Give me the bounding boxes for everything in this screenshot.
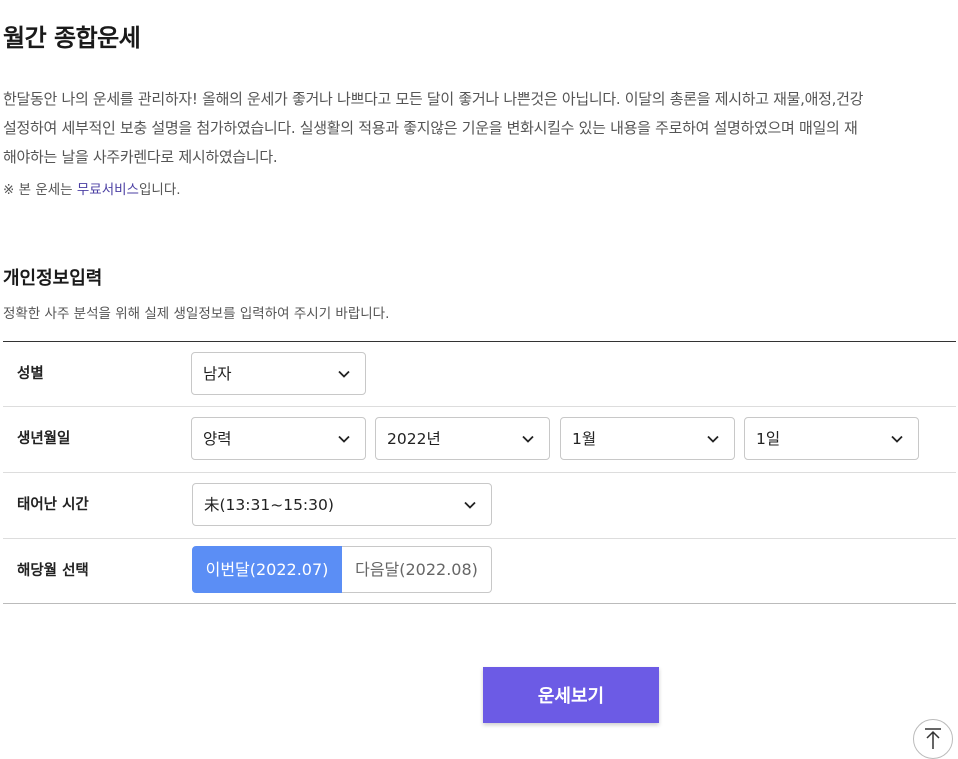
gender-value: 남자 <box>203 365 232 383</box>
chevron-down-icon <box>338 370 350 378</box>
free-service-link[interactable]: 무료서비스 <box>77 182 139 198</box>
month-segmented-control: 이번달(2022.07) 다음달(2022.08) <box>192 546 492 593</box>
form-row-gender: 성별 남자 <box>3 342 956 407</box>
section-subtitle: 정확한 사주 분석을 위해 실제 생일정보를 입력하여 주시기 바랍니다. <box>3 306 390 322</box>
description-line: 한달동안 나의 운세를 관리하자! 올해의 운세가 좋거나 나쁘다고 모든 달이… <box>3 90 864 108</box>
note-prefix: ※ 본 운세는 <box>3 182 77 198</box>
birth-time-value: 未(13:31~15:30) <box>204 496 334 514</box>
description-line: 해야하는 날을 사주카렌다로 제시하였습니다. <box>3 148 278 166</box>
birth-time-select[interactable]: 未(13:31~15:30) <box>192 483 492 526</box>
description-line: 설정하여 세부적인 보충 설명을 첨가하였습니다. 실생활의 적용과 좋지않은 … <box>3 119 858 137</box>
chevron-down-icon <box>522 435 534 443</box>
page-title: 월간 종합운세 <box>3 24 141 52</box>
next-month-button[interactable]: 다음달(2022.08) <box>342 546 492 593</box>
chevron-down-icon <box>707 435 719 443</box>
chevron-down-icon <box>338 435 350 443</box>
calendar-type-value: 양력 <box>203 430 232 448</box>
chevron-down-icon <box>464 501 476 509</box>
gender-select[interactable]: 남자 <box>191 352 366 395</box>
chevron-down-icon <box>891 435 903 443</box>
calendar-type-select[interactable]: 양력 <box>191 417 366 460</box>
birth-time-label: 태어난 시간 <box>17 497 89 513</box>
page-description: 한달동안 나의 운세를 관리하자! 올해의 운세가 좋거나 나쁘다고 모든 달이… <box>3 85 958 172</box>
birth-year-select[interactable]: 2022년 <box>375 417 550 460</box>
birth-month-value: 1월 <box>572 430 597 448</box>
gender-label: 성별 <box>17 366 44 382</box>
view-fortune-button[interactable]: 운세보기 <box>483 667 659 723</box>
birth-month-select[interactable]: 1월 <box>560 417 735 460</box>
form-row-birth: 생년월일 양력 2022년 1월 1일 <box>3 407 956 473</box>
birth-year-value: 2022년 <box>387 430 441 448</box>
month-select-label: 해당월 선택 <box>17 563 89 579</box>
birth-day-select[interactable]: 1일 <box>744 417 919 460</box>
free-service-note: ※ 본 운세는 무료서비스입니다. <box>3 178 181 198</box>
form-row-birth-time: 태어난 시간 未(13:31~15:30) <box>3 473 956 539</box>
note-suffix: 입니다. <box>138 182 181 198</box>
this-month-button[interactable]: 이번달(2022.07) <box>192 546 342 593</box>
birth-label: 생년월일 <box>17 431 71 447</box>
scroll-top-button[interactable] <box>913 719 953 759</box>
birth-day-value: 1일 <box>756 430 781 448</box>
section-title: 개인정보입력 <box>3 268 103 289</box>
